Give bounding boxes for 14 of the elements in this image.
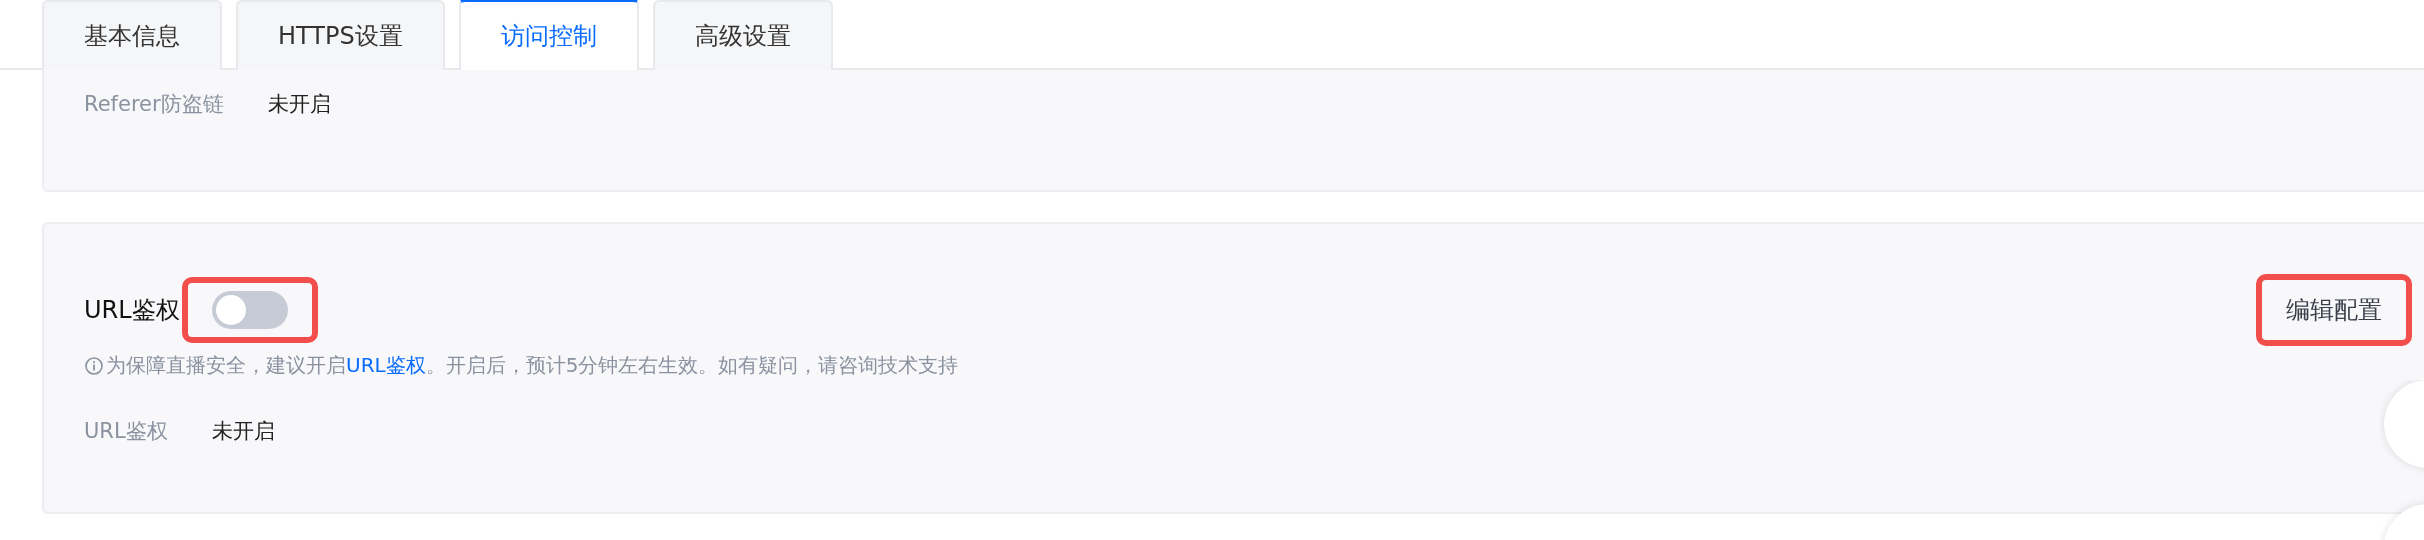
field-value: 未开启	[267, 91, 331, 118]
link[interactable]: URL鉴权	[346, 353, 426, 377]
tab[interactable]: 高级设置	[652, 0, 833, 70]
toggle-switch[interactable]	[211, 291, 288, 329]
tab[interactable]: 访问控制	[458, 0, 639, 70]
hint-text: 为保障直播安全，建议开启URL鉴权。开启后，预计5分钟左右生效。如有疑问，请咨询技术支持	[106, 352, 959, 379]
tab[interactable]: HTTPS设置	[236, 0, 445, 70]
field-value: 未开启	[211, 418, 275, 445]
tab[interactable]: 基本信息	[42, 0, 222, 70]
field-label: Referer防盗链	[84, 91, 224, 118]
field-label: URL鉴权	[84, 418, 168, 445]
info-icon	[84, 355, 104, 376]
edit-config-button[interactable]: 编辑配置	[2256, 274, 2412, 346]
section-title: URL鉴权	[84, 295, 180, 326]
